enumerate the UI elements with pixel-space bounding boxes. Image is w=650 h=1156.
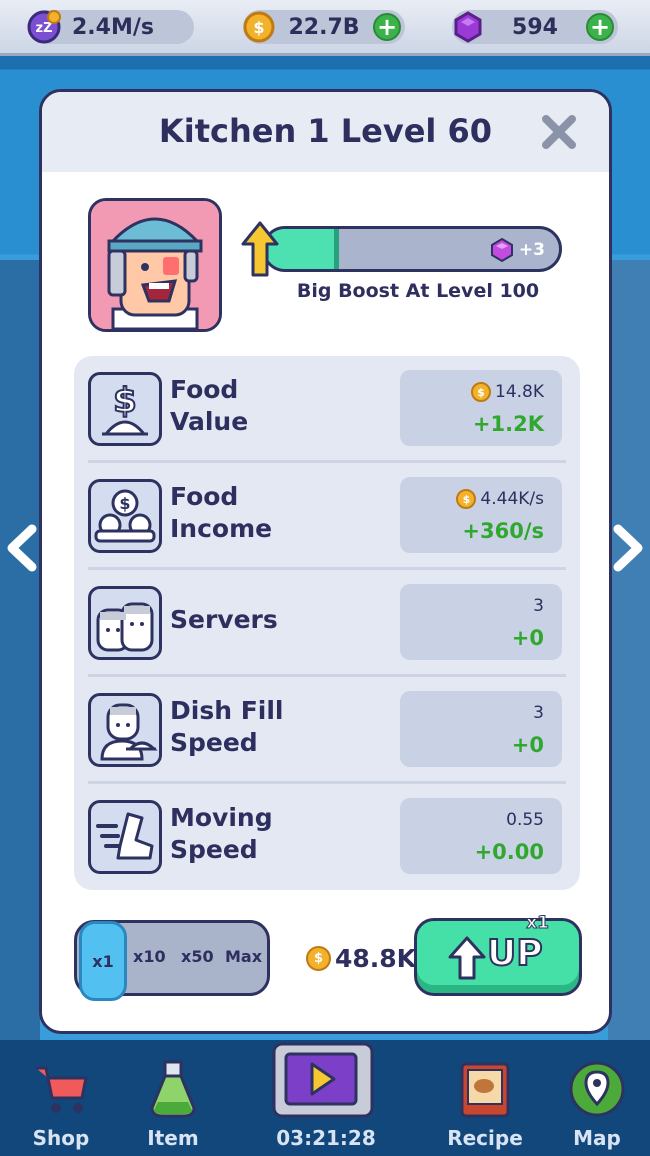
close-icon (542, 115, 576, 149)
coin-icon: $ (456, 489, 477, 509)
gem-counter: 594 + (452, 10, 618, 44)
stat-increase-value: +360/s (462, 519, 544, 543)
stat-increase-value: +0.00 (474, 840, 544, 864)
level-progress: +3 (240, 220, 570, 280)
resource-bar: zZ 2.4M/s $ 22.7B + 594 + (0, 0, 650, 56)
video-timer: 03:21:28 (276, 1126, 376, 1150)
stat-current-value: 3 (533, 703, 544, 723)
watch-video-button[interactable] (270, 1040, 376, 1120)
coin-counter: $ 22.7B + (243, 10, 405, 44)
stat-row-dish-fill-speed: Dish Fill Speed 3 +0 (74, 677, 580, 784)
stat-current-value: 4.44K/s (480, 489, 544, 509)
multiplier-option-x1[interactable]: x1 (79, 921, 127, 1001)
coin-value: 22.7B (288, 14, 360, 40)
tv-play-icon (272, 1042, 374, 1118)
servers-icon (88, 586, 162, 660)
potion-icon (150, 1060, 196, 1118)
stat-current-value: 14.8K (495, 382, 544, 402)
boost-label: Big Boost At Level 100 (296, 280, 540, 302)
upgrade-cost-value: 48.8K (335, 944, 417, 973)
bottom-nav: Shop Item 03:21:28 Recipe Map (0, 1040, 650, 1156)
stat-name: Servers (170, 605, 278, 634)
stat-values: 0.55 +0.00 (400, 798, 562, 874)
recipe-book-icon (460, 1062, 510, 1118)
right-wall (608, 260, 650, 1040)
nav-shop-label: Shop (32, 1126, 90, 1150)
nav-map-label: Map (573, 1126, 621, 1150)
stat-values: 3 +0 (400, 691, 562, 767)
svg-text:$: $ (253, 18, 264, 37)
stat-name: Moving Speed (170, 803, 273, 864)
dialog-header: Kitchen 1 Level 60 (42, 92, 609, 172)
map-globe-icon (569, 1061, 625, 1117)
chef-portrait (88, 198, 222, 332)
dollar-cloche-icon: $ (88, 372, 162, 446)
nav-recipe-label: Recipe (447, 1126, 523, 1150)
add-gems-button[interactable]: + (586, 13, 614, 41)
kitchen-upgrade-dialog: Kitchen 1 Level 60 +3 Big Boost At Level… (39, 89, 612, 1034)
sleep-clock-icon: zZ (26, 9, 62, 45)
boost-reward: +3 (489, 237, 545, 263)
stat-row-servers: Servers 3 +0 (74, 570, 580, 677)
next-kitchen-arrow[interactable] (608, 520, 648, 576)
add-coins-button[interactable]: + (373, 13, 401, 41)
stat-values: $4.44K/s +360/s (400, 477, 562, 553)
stat-name: Food Value (170, 375, 249, 436)
gem-icon (450, 9, 486, 45)
nav-shop[interactable]: Shop (16, 1054, 106, 1154)
upgrade-button[interactable]: UP x1 (414, 913, 582, 996)
stat-name: Food Income (170, 482, 273, 543)
coin-icon: $ (471, 382, 491, 402)
stat-name: Dish Fill Speed (170, 696, 284, 757)
up-arrow-icon (448, 936, 486, 980)
boost-reward-value: +3 (518, 240, 545, 260)
stat-increase-value: +1.2K (472, 412, 544, 436)
coin-icon: $ (241, 9, 277, 45)
stat-current-value: 0.55 (506, 810, 544, 830)
close-button[interactable] (537, 110, 581, 154)
previous-kitchen-arrow[interactable] (2, 520, 42, 576)
svg-text:zZ: zZ (36, 21, 53, 36)
coin-icon: $ (306, 946, 331, 971)
dollar-dishes-icon: $ (88, 479, 162, 553)
left-wall (0, 260, 40, 1040)
multiplier-switch[interactable]: x10 x50 Max x1 (74, 920, 270, 1001)
multiplier-option-x50[interactable]: x50 (181, 947, 214, 966)
stats-panel: $ Food Value $14.8K +1.2K $ Food Income … (74, 356, 580, 890)
stat-values: 3 +0 (400, 584, 562, 660)
nav-item[interactable]: Item (128, 1054, 218, 1154)
upgrade-cost: $ 48.8K (306, 944, 416, 973)
sleep-rate-value: 2.4M/s (72, 14, 154, 40)
stat-increase-value: +0 (511, 626, 544, 650)
gem-icon (490, 237, 513, 263)
stat-row-food-income: $ Food Income $4.44K/s +360/s (74, 463, 580, 570)
upgrade-button-multiplier: x1 (526, 913, 550, 934)
gem-value: 594 (512, 14, 558, 40)
multiplier-option-max[interactable]: Max (225, 947, 262, 966)
nav-recipe[interactable]: Recipe (440, 1054, 530, 1154)
sleep-rate-counter: zZ 2.4M/s (26, 9, 194, 45)
stat-current-value: 3 (533, 596, 544, 616)
level-up-arrow-icon (241, 221, 279, 277)
stat-row-moving-speed: Moving Speed 0.55 +0.00 (74, 784, 580, 891)
stat-increase-value: +0 (511, 733, 544, 757)
dialog-title: Kitchen 1 Level 60 (158, 112, 493, 150)
nav-map[interactable]: Map (552, 1054, 642, 1154)
level-progress-bar: +3 (262, 226, 562, 272)
upgrade-button-label: UP (486, 932, 544, 975)
nav-item-label: Item (147, 1126, 199, 1150)
waiter-cloche-icon (88, 693, 162, 767)
multiplier-option-x10[interactable]: x10 (133, 947, 166, 966)
shopping-cart-icon (36, 1066, 88, 1113)
stat-row-food-value: $ Food Value $14.8K +1.2K (74, 356, 580, 463)
speed-boot-icon (88, 800, 162, 874)
stat-values: $14.8K +1.2K (400, 370, 562, 446)
svg-text:$: $ (119, 494, 130, 513)
svg-text:$: $ (113, 381, 137, 421)
